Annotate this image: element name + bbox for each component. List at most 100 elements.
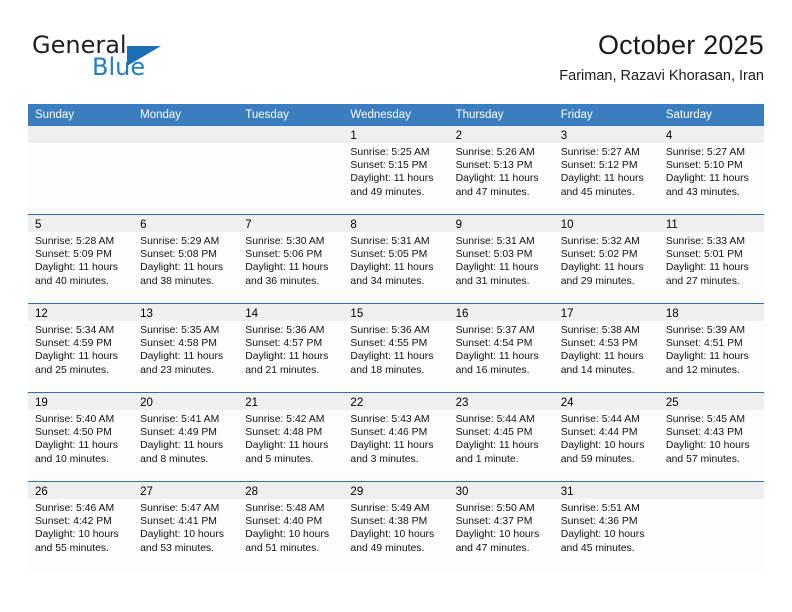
sunrise-text: Sunrise: 5:26 AM [455, 147, 535, 158]
day-number: 1 [350, 130, 357, 142]
calendar-day-cell[interactable]: 26 Sunrise: 5:46 AM Sunset: 4:42 PM Dayligh… [28, 482, 134, 570]
daylight-text-line1: Daylight: 11 hours [140, 351, 224, 363]
calendar-day-cell[interactable]: 21 Sunrise: 5:42 AM Sunset: 4:48 PM Dayligh… [238, 393, 344, 481]
daylight-text-line1: Daylight: 11 hours [35, 440, 118, 452]
day-number: 20 [140, 397, 153, 409]
calendar-day-cell-empty [658, 482, 764, 570]
daylight-text-line2: and 5 minutes. [245, 453, 314, 465]
sunrise-text: Sunrise: 5:44 AM [455, 414, 535, 425]
daylight-text-line2: and 55 minutes. [35, 542, 109, 554]
calendar-day-cell[interactable]: 23 Sunrise: 5:44 AM Sunset: 4:45 PM Dayligh… [448, 393, 554, 481]
calendar-day-cell[interactable]: 5 Sunrise: 5:28 AM Sunset: 5:09 PM Daylight… [28, 215, 134, 303]
calendar-day-cell[interactable]: 6 Sunrise: 5:29 AM Sunset: 5:08 PM Daylight… [133, 215, 239, 303]
daylight-text-line1: Daylight: 10 hours [560, 440, 645, 452]
daylight-text-line1: Daylight: 11 hours [140, 440, 224, 452]
day-number: 19 [35, 397, 48, 409]
sunrise-text: Sunrise: 5:35 AM [140, 325, 220, 336]
sunset-text: Sunset: 5:09 PM [35, 249, 112, 261]
day-number: 15 [350, 308, 364, 320]
calendar-day-cell[interactable]: 3 Sunrise: 5:27 AM Sunset: 5:12 PM Daylight… [553, 126, 659, 214]
sunrise-text: Sunrise: 5:30 AM [245, 236, 325, 247]
day-number: 22 [350, 397, 364, 409]
calendar-day-cell[interactable]: 25 Sunrise: 5:45 AM Sunset: 4:43 PM Dayligh… [658, 393, 764, 481]
calendar-day-cell[interactable]: 30 Sunrise: 5:50 AM Sunset: 4:37 PM Dayligh… [448, 482, 554, 570]
calendar-day-cell[interactable]: 4 Sunrise: 5:27 AM Sunset: 5:10 PM Daylight… [658, 126, 764, 214]
calendar-day-cell[interactable]: 16 Sunrise: 5:37 AM Sunset: 4:54 PM Dayligh… [448, 304, 554, 392]
sunrise-text: Sunrise: 5:45 AM [665, 414, 745, 425]
calendar-day-cell[interactable]: 18 Sunrise: 5:39 AM Sunset: 4:51 PM Dayligh… [658, 304, 764, 392]
sunrise-text: Sunrise: 5:43 AM [350, 414, 430, 425]
calendar-day-cell[interactable]: 7 Sunrise: 5:30 AM Sunset: 5:06 PM Daylight… [238, 215, 344, 303]
sunset-text: Sunset: 4:49 PM [140, 427, 217, 439]
day-number: 25 [665, 397, 679, 409]
day-details: Sunrise: 5:37 AM Sunset: 4:54 PM Daylight:… [449, 321, 554, 377]
calendar-week-row: 19 Sunrise: 5:40 AM Sunset: 4:50 PM Dayligh… [28, 392, 764, 481]
calendar-day-cell[interactable]: 19 Sunrise: 5:40 AM Sunset: 4:50 PM Dayligh… [28, 393, 134, 481]
calendar-day-cell[interactable]: 15 Sunrise: 5:36 AM Sunset: 4:55 PM Dayligh… [343, 304, 449, 392]
calendar-day-cell[interactable]: 10 Sunrise: 5:32 AM Sunset: 5:02 PM Dayligh… [553, 215, 659, 303]
weekday-header-thursday: Thursday [455, 109, 504, 121]
calendar-day-cell[interactable]: 28 Sunrise: 5:48 AM Sunset: 4:40 PM Dayligh… [238, 482, 344, 570]
calendar-day-cell[interactable]: 20 Sunrise: 5:41 AM Sunset: 4:49 PM Dayligh… [133, 393, 239, 481]
day-details: Sunrise: 5:49 AM Sunset: 4:38 PM Daylight:… [343, 499, 448, 555]
day-details: Sunrise: 5:27 AM Sunset: 5:10 PM Daylight:… [659, 143, 764, 199]
calendar-day-cell[interactable]: 13 Sunrise: 5:35 AM Sunset: 4:58 PM Dayligh… [133, 304, 239, 392]
day-number-band: 18 [658, 304, 764, 321]
calendar-day-cell[interactable]: 2 Sunrise: 5:26 AM Sunset: 5:13 PM Daylight… [448, 126, 554, 214]
daylight-text-line1: Daylight: 10 hours [35, 529, 119, 541]
calendar-day-cell[interactable]: 14 Sunrise: 5:36 AM Sunset: 4:57 PM Dayligh… [238, 304, 344, 392]
daylight-text-line1: Daylight: 11 hours [455, 351, 539, 363]
day-number-band: 8 [343, 215, 449, 232]
sunset-text: Sunset: 4:55 PM [350, 338, 428, 350]
calendar-day-cell[interactable]: 27 Sunrise: 5:47 AM Sunset: 4:41 PM Dayligh… [133, 482, 239, 570]
day-number: 31 [560, 486, 574, 498]
calendar-day-cell[interactable]: 8 Sunrise: 5:31 AM Sunset: 5:05 PM Daylight… [343, 215, 449, 303]
sunset-text: Sunset: 4:46 PM [350, 427, 428, 439]
calendar-day-cell[interactable]: 29 Sunrise: 5:49 AM Sunset: 4:38 PM Dayligh… [343, 482, 449, 570]
day-number: 11 [665, 219, 678, 231]
daylight-text-line2: and 34 minutes. [350, 275, 425, 287]
day-number-band [28, 126, 134, 143]
calendar-weeks: 1 Sunrise: 5:25 AM Sunset: 5:15 PM Daylight… [28, 126, 764, 570]
day-number-band: 24 [553, 393, 659, 410]
sunrise-text: Sunrise: 5:38 AM [560, 325, 640, 336]
day-number: 8 [350, 219, 357, 231]
calendar-day-cell[interactable]: 9 Sunrise: 5:31 AM Sunset: 5:03 PM Daylight… [448, 215, 554, 303]
page-header: General Blue October 2025 Fariman, Razav… [28, 28, 764, 98]
day-details: Sunrise: 5:40 AM Sunset: 4:50 PM Daylight:… [28, 410, 133, 466]
day-details: Sunrise: 5:47 AM Sunset: 4:41 PM Daylight:… [133, 499, 238, 555]
daylight-text-line1: Daylight: 11 hours [665, 173, 749, 185]
day-number-band: 17 [553, 304, 659, 321]
daylight-text-line2: and 23 minutes. [140, 364, 215, 376]
calendar-day-cell[interactable]: 31 Sunrise: 5:51 AM Sunset: 4:36 PM Dayligh… [553, 482, 659, 570]
day-number-band: 22 [343, 393, 449, 410]
calendar-day-cell-empty [133, 126, 239, 214]
day-number: 23 [455, 397, 469, 409]
calendar-page: General Blue October 2025 Fariman, Razav… [0, 0, 792, 612]
sunset-text: Sunset: 5:01 PM [665, 249, 743, 261]
day-number: 7 [245, 219, 252, 231]
day-number-band: 6 [133, 215, 239, 232]
generalblue-logo[interactable]: General Blue [32, 32, 262, 92]
day-number-band: 13 [133, 304, 239, 321]
calendar-day-cell[interactable]: 1 Sunrise: 5:25 AM Sunset: 5:15 PM Daylight… [343, 126, 449, 214]
calendar-day-cell[interactable]: 24 Sunrise: 5:44 AM Sunset: 4:44 PM Dayligh… [553, 393, 659, 481]
daylight-text-line1: Daylight: 11 hours [350, 173, 434, 185]
day-number-band: 19 [28, 393, 134, 410]
calendar-day-cell-empty [28, 126, 134, 214]
sunrise-text: Sunrise: 5:42 AM [245, 414, 325, 425]
calendar-day-cell[interactable]: 12 Sunrise: 5:34 AM Sunset: 4:59 PM Dayligh… [28, 304, 134, 392]
day-number-band: 9 [448, 215, 554, 232]
day-details: Sunrise: 5:41 AM Sunset: 4:49 PM Daylight:… [133, 410, 238, 466]
sunrise-text: Sunrise: 5:27 AM [560, 147, 640, 158]
daylight-text-line2: and 51 minutes. [245, 542, 320, 554]
day-details: Sunrise: 5:50 AM Sunset: 4:37 PM Daylight:… [449, 499, 554, 555]
calendar-day-cell[interactable]: 22 Sunrise: 5:43 AM Sunset: 4:46 PM Dayligh… [343, 393, 449, 481]
calendar-day-cell[interactable]: 11 Sunrise: 5:33 AM Sunset: 5:01 PM Dayligh… [658, 215, 764, 303]
day-details: Sunrise: 5:42 AM Sunset: 4:48 PM Daylight:… [238, 410, 343, 466]
daylight-text-line2: and 49 minutes. [350, 186, 425, 198]
calendar-day-cell[interactable]: 17 Sunrise: 5:38 AM Sunset: 4:53 PM Dayligh… [553, 304, 659, 392]
daylight-text-line1: Daylight: 11 hours [350, 351, 434, 363]
day-details: Sunrise: 5:31 AM Sunset: 5:05 PM Daylight:… [343, 232, 448, 288]
day-details: Sunrise: 5:44 AM Sunset: 4:45 PM Daylight:… [449, 410, 554, 466]
